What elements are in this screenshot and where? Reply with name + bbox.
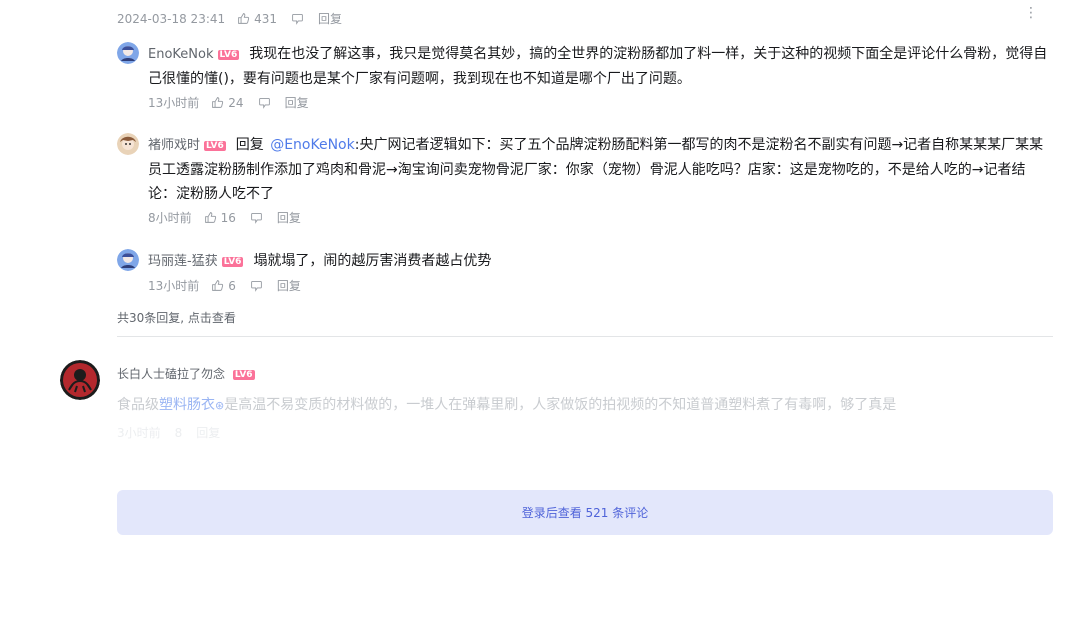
comment-text-part: 食品级 [117, 397, 159, 413]
dislike-button[interactable] [250, 279, 263, 292]
thumbs-down-icon [258, 96, 271, 109]
thumbs-up-icon [204, 211, 217, 224]
like-button[interactable]: 6 [211, 279, 236, 293]
login-to-view-comments-button[interactable]: 登录后查看 521 条评论 [117, 490, 1053, 535]
reply-label: 回复 [235, 137, 264, 153]
level-badge: LV6 [232, 370, 255, 380]
divider [117, 336, 1053, 337]
comment-time: 2024-03-18 23:41 [117, 11, 226, 26]
main-comment-text: 食品级塑料肠衣⊛是高温不易变质的材料做的，一堆人在弹幕里刷，人家做饭的拍视频的不… [117, 394, 1053, 414]
keyword-link[interactable]: 塑料肠衣 [159, 397, 215, 413]
like-count: 16 [220, 210, 236, 225]
thumbs-down-icon [250, 211, 263, 224]
parent-comment-meta: 2024-03-18 23:41 431 回复 [117, 10, 342, 27]
like-button[interactable]: 431 [237, 12, 277, 26]
username[interactable]: EnoKeNok [148, 47, 214, 62]
level-badge: LV6 [204, 141, 226, 151]
level-badge: LV6 [217, 50, 240, 60]
search-icon: ⊛ [215, 399, 225, 412]
dislike-button[interactable] [250, 211, 263, 224]
reply-content: 褚师戏时 LV6 回复 @EnoKeNok:央广网记者逻辑如下：买了五个品牌淀粉肠配… [148, 133, 1053, 206]
username[interactable]: 长白人士磕拉了勿念 [117, 367, 225, 381]
reply-meta: 13小时前 24 回复 [148, 94, 1053, 111]
dislike-button[interactable] [258, 96, 271, 109]
reply-button[interactable]: 回复 [277, 277, 301, 294]
comment-time: 3小时前 [117, 426, 161, 440]
reply-time: 13小时前 [148, 279, 200, 293]
view-more-replies-link[interactable]: 共30条回复, 点击查看 [117, 309, 236, 326]
level-badge: LV6 [221, 257, 244, 267]
reply-button[interactable]: 回复 [285, 94, 309, 111]
thumbs-down-icon [250, 279, 263, 292]
thumbs-up-icon [237, 12, 250, 25]
dislike-button[interactable] [291, 12, 304, 25]
reply-button[interactable]: 回复 [318, 10, 342, 27]
reply-meta: 13小时前 6 回复 [148, 277, 1053, 294]
mention-link[interactable]: @EnoKeNok [270, 137, 355, 153]
like-count: 24 [228, 95, 244, 110]
reply-text: 塌就塌了，闹的越厉害消费者越占优势 [253, 253, 492, 269]
reply-button[interactable]: 回复 [196, 424, 220, 441]
more-options-icon[interactable]: ⋮ [1024, 6, 1038, 20]
main-comment-header: 长白人士磕拉了勿念 LV6 [117, 365, 265, 382]
thumbs-up-icon [211, 96, 224, 109]
username[interactable]: 褚师戏时 [148, 138, 200, 153]
reply-content: EnoKeNok LV6 我现在也没了解这事，我只是觉得莫名其妙，搞的全世界的淀粉肠… [148, 42, 1053, 91]
sub-reply: 玛丽莲-猛获 LV6 塌就塌了，闹的越厉害消费者越占优势 13小时前 6 回复 [117, 249, 1053, 294]
thumbs-up-icon [211, 279, 224, 292]
reply-content: 玛丽莲-猛获 LV6 塌就塌了，闹的越厉害消费者越占优势 [148, 249, 1053, 274]
reply-button[interactable]: 回复 [277, 209, 301, 226]
avatar[interactable] [117, 249, 139, 271]
reply-text: 我现在也没了解这事，我只是觉得莫名其妙，搞的全世界的淀粉肠都加了料一样，关于这种… [148, 46, 1048, 87]
thumbs-down-icon [291, 12, 304, 25]
reply-time: 8小时前 [148, 211, 192, 225]
like-count: 6 [228, 278, 236, 293]
reply-time: 13小时前 [148, 96, 200, 110]
sub-reply: 褚师戏时 LV6 回复 @EnoKeNok:央广网记者逻辑如下：买了五个品牌淀粉肠配… [117, 133, 1053, 226]
main-comment-meta: 3小时前 8 回复 [117, 424, 234, 441]
avatar[interactable] [117, 42, 139, 64]
reply-meta: 8小时前 16 回复 [148, 209, 1053, 226]
comment-text-part: 是高温不易变质的材料做的，一堆人在弹幕里刷，人家做饭的拍视频的不知道普通塑料煮了… [224, 397, 897, 413]
like-button[interactable]: 16 [204, 211, 236, 225]
username[interactable]: 玛丽莲-猛获 [148, 254, 218, 269]
avatar[interactable] [117, 133, 139, 155]
like-count[interactable]: 8 [175, 426, 183, 440]
like-count: 431 [254, 11, 278, 26]
avatar[interactable] [60, 360, 100, 400]
like-button[interactable]: 24 [211, 95, 244, 110]
sub-reply: EnoKeNok LV6 我现在也没了解这事，我只是觉得莫名其妙，搞的全世界的淀粉肠… [117, 42, 1053, 111]
